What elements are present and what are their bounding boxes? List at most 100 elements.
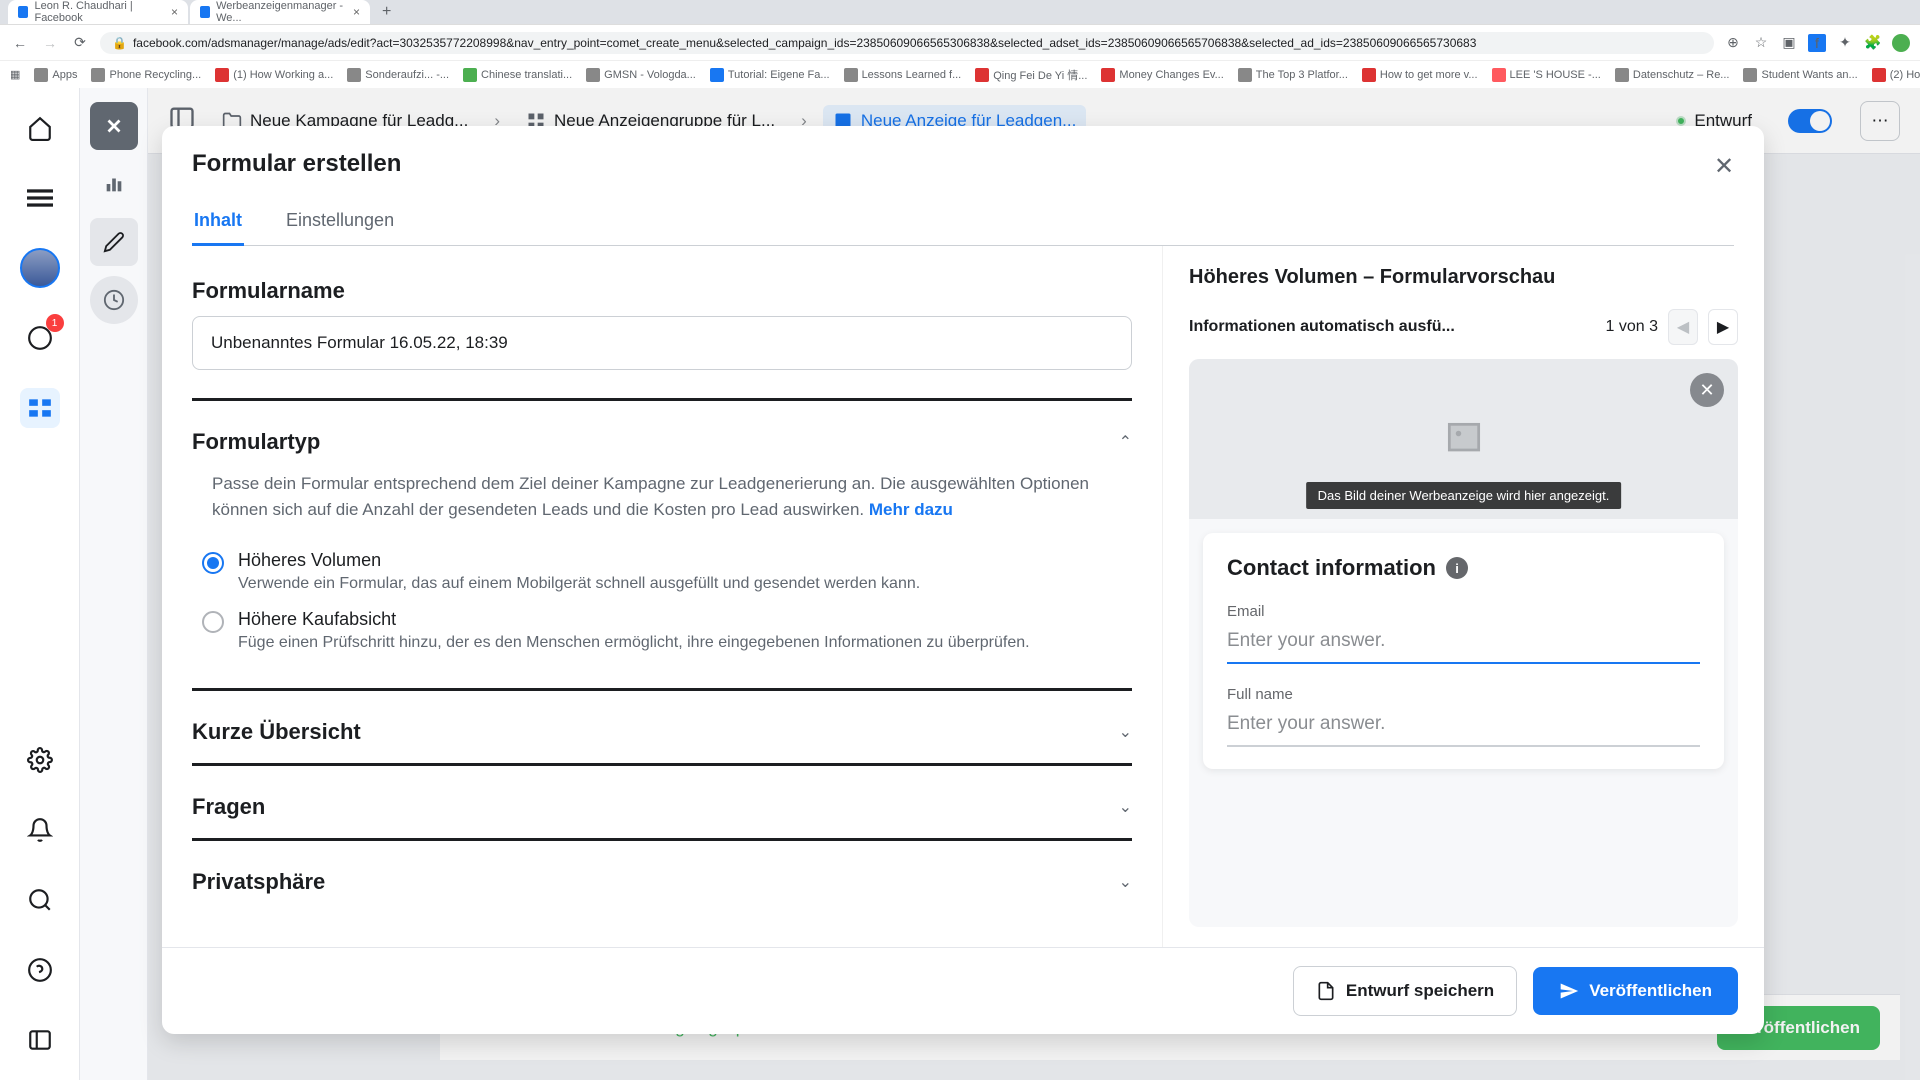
zoom-icon[interactable]: ⊕ [1724, 34, 1742, 52]
forward-icon[interactable]: → [40, 33, 60, 53]
bookmark-item[interactable]: Money Changes Ev... [1101, 68, 1223, 82]
new-tab-button[interactable]: + [372, 3, 401, 21]
star-icon[interactable]: ☆ [1752, 34, 1770, 52]
image-placeholder-caption: Das Bild deiner Werbeanzeige wird hier a… [1306, 482, 1622, 509]
modal-title: Formular erstellen [192, 150, 1734, 178]
profile-icon[interactable] [1892, 34, 1910, 52]
bookmark-item[interactable]: LEE 'S HOUSE -... [1492, 68, 1601, 82]
bookmark-item[interactable]: Lessons Learned f... [844, 68, 962, 82]
pager-next-button[interactable]: ▶ [1708, 309, 1738, 345]
browser-tab-2[interactable]: Werbeanzeigenmanager - We... × [190, 0, 370, 24]
preview-title: Höheres Volumen – Formularvorschau [1189, 266, 1738, 289]
extensions-icon[interactable]: ✦ [1836, 34, 1854, 52]
learn-more-link[interactable]: Mehr dazu [869, 500, 953, 519]
preview-panel: Höheres Volumen – Formularvorschau Infor… [1162, 246, 1764, 947]
help-icon[interactable] [20, 950, 60, 990]
publish-button[interactable]: Veröffentlichen [1533, 967, 1738, 1015]
formtype-description: Passe dein Formular entsprechend dem Zie… [212, 471, 1112, 522]
cookie-icon[interactable]: 1 [20, 318, 60, 358]
bookmark-item[interactable]: Apps [34, 68, 77, 82]
edit-icon[interactable] [90, 218, 138, 266]
bookmark-item[interactable]: Datenschutz – Re... [1615, 68, 1730, 82]
puzzle-icon[interactable]: 🧩 [1864, 34, 1882, 52]
bookmark-item[interactable]: GMSN - Vologda... [586, 68, 696, 82]
overview-section-toggle[interactable]: Kurze Übersicht ⌄ [192, 709, 1132, 755]
tab-content[interactable]: Inhalt [192, 198, 244, 246]
ad-image-placeholder: Das Bild deiner Werbeanzeige wird hier a… [1189, 359, 1738, 519]
modal-footer: Entwurf speichern Veröffentlichen [162, 947, 1764, 1034]
menu-icon[interactable] [20, 178, 60, 218]
bookmark-item[interactable]: How to get more v... [1362, 68, 1478, 82]
radio-description: Füge einen Prüfschritt hinzu, der es den… [238, 634, 1122, 652]
bookmark-item[interactable]: Sonderaufzi... -... [347, 68, 449, 82]
pager-prev-button[interactable]: ◀ [1668, 309, 1698, 345]
lock-icon: 🔒 [112, 36, 127, 50]
formname-input[interactable] [192, 316, 1132, 370]
back-icon[interactable]: ← [10, 33, 30, 53]
chevron-down-icon: ⌄ [1119, 872, 1132, 892]
formname-heading: Formularname [192, 278, 1132, 304]
fb-extension-icon[interactable]: f [1808, 34, 1826, 52]
field-label-email: Email [1227, 603, 1700, 620]
bookmark-item[interactable]: Tutorial: Eigene Fa... [710, 68, 830, 82]
radio-higher-volume[interactable]: Höheres Volumen Verwende ein Formular, d… [192, 542, 1132, 601]
close-modal-button[interactable]: ✕ [1706, 148, 1742, 184]
save-draft-button[interactable]: Entwurf speichern [1293, 966, 1517, 1016]
apps-icon[interactable]: ▦ [10, 68, 20, 81]
history-icon[interactable] [90, 276, 138, 324]
badge: 1 [46, 314, 64, 332]
address-bar[interactable]: 🔒 facebook.com/adsmanager/manage/ads/edi… [100, 32, 1714, 54]
info-icon[interactable]: i [1446, 557, 1468, 579]
tab-settings[interactable]: Einstellungen [284, 198, 396, 245]
avatar[interactable] [20, 248, 60, 288]
preview-step-label: Informationen automatisch ausfü... [1189, 318, 1606, 336]
camera-icon[interactable]: ▣ [1780, 34, 1798, 52]
radio-icon[interactable] [202, 611, 224, 633]
main-sidebar: 1 [0, 88, 80, 1080]
radio-label: Höheres Volumen [238, 550, 1122, 571]
chevron-up-icon: ⌃ [1119, 432, 1132, 452]
bookmark-item[interactable]: The Top 3 Platfor... [1238, 68, 1348, 82]
publish-label: Veröffentlichen [1589, 981, 1712, 1001]
home-icon[interactable] [20, 108, 60, 148]
save-draft-label: Entwurf speichern [1346, 981, 1494, 1001]
chevron-down-icon: ⌄ [1119, 722, 1132, 742]
facebook-favicon [18, 6, 28, 18]
bookmark-item[interactable]: (1) How Working a... [215, 68, 333, 82]
bookmark-item[interactable]: Phone Recycling... [91, 68, 201, 82]
close-icon[interactable]: × [353, 5, 360, 19]
preview-close-button[interactable]: ✕ [1690, 373, 1724, 407]
notifications-icon[interactable] [20, 810, 60, 850]
chart-icon[interactable] [90, 160, 138, 208]
fullname-input[interactable] [1227, 703, 1700, 747]
form-editor-panel: Formularname Formulartyp ⌃ Passe dein Fo… [162, 246, 1162, 947]
browser-chrome: Leon R. Chaudhari | Facebook × Werbeanze… [0, 0, 1920, 60]
collapse-icon[interactable] [20, 1020, 60, 1060]
bookmarks-bar: ▦ Apps Phone Recycling... (1) How Workin… [0, 60, 1920, 88]
radio-icon[interactable] [202, 552, 224, 574]
browser-tab-1[interactable]: Leon R. Chaudhari | Facebook × [8, 0, 188, 24]
contact-card: Contact information i Email Full name [1203, 533, 1724, 769]
bookmark-item[interactable]: Qing Fei De Yi 情... [975, 67, 1087, 83]
search-icon[interactable] [20, 880, 60, 920]
reload-icon[interactable]: ⟳ [70, 33, 90, 53]
settings-icon[interactable] [20, 740, 60, 780]
questions-section-toggle[interactable]: Fragen ⌄ [192, 784, 1132, 830]
privacy-section-toggle[interactable]: Privatsphäre ⌄ [192, 859, 1132, 905]
bookmark-item[interactable]: Student Wants an... [1743, 68, 1857, 82]
radio-higher-intent[interactable]: Höhere Kaufabsicht Füge einen Prüfschrit… [192, 601, 1132, 660]
contact-heading: Contact information [1227, 555, 1436, 581]
bookmark-item[interactable]: (2) How To Add A... [1872, 68, 1920, 82]
chevron-down-icon: ⌄ [1119, 797, 1132, 817]
bookmark-item[interactable]: Chinese translati... [463, 68, 572, 82]
ads-manager-icon[interactable] [20, 388, 60, 428]
url-text: facebook.com/adsmanager/manage/ads/edit?… [133, 36, 1476, 50]
email-input[interactable] [1227, 620, 1700, 664]
preview-card: ✕ Das Bild deiner Werbeanzeige wird hier… [1189, 359, 1738, 927]
radio-label: Höhere Kaufabsicht [238, 609, 1122, 630]
questions-heading: Fragen [192, 794, 265, 820]
close-icon[interactable]: × [171, 5, 178, 19]
pager-text: 1 von 3 [1606, 318, 1658, 336]
formtype-section-toggle[interactable]: Formulartyp ⌃ [192, 419, 1132, 465]
close-editor-button[interactable] [90, 102, 138, 150]
